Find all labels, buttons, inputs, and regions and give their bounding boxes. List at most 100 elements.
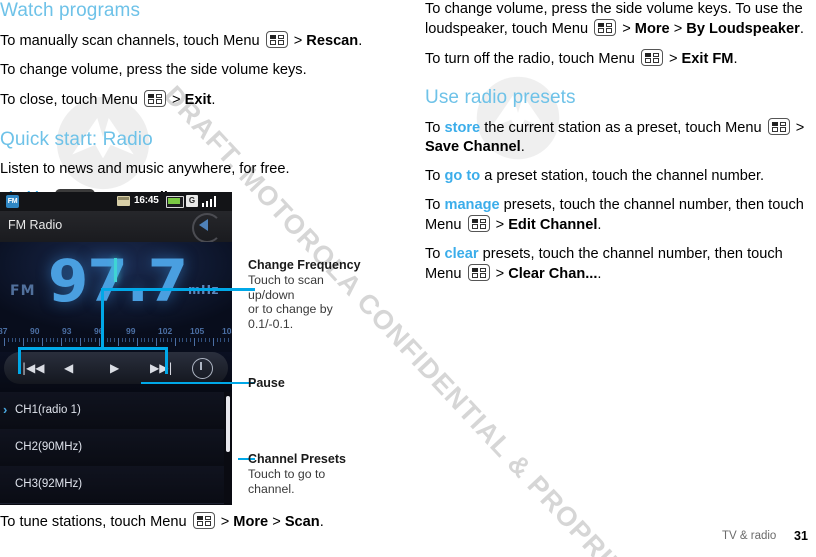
scale-tick	[205, 338, 207, 342]
preset-row[interactable]: CH3(92MHz)	[0, 466, 224, 504]
preset-label: CH2(90MHz)	[15, 441, 83, 453]
menu-item-edit-channel: Edit Channel	[508, 217, 598, 233]
preset-row[interactable]: CH2(90MHz)	[0, 429, 224, 467]
menu-key-icon	[265, 31, 288, 48]
preset-row[interactable]: › CH1(radio 1)	[0, 392, 224, 430]
step-up-button[interactable]: ▶	[110, 361, 119, 375]
scale-tick	[34, 338, 36, 342]
tune-stations-line-wrap: To tune stations, touch Menu > More > Sc…	[0, 512, 402, 532]
callout-title: Change Frequency	[248, 258, 361, 272]
callout-desc-line: or to change by	[248, 302, 333, 316]
scale-tick	[178, 338, 180, 342]
scale-tick	[209, 338, 211, 342]
scale-tick	[155, 338, 157, 346]
next-scan-button[interactable]: ▶▶|	[150, 361, 173, 375]
presets-scrollbar[interactable]	[226, 396, 230, 452]
text-fragment: To close, touch Menu	[0, 92, 142, 108]
scale-tick	[129, 338, 131, 342]
scale-number: 87	[0, 326, 8, 336]
scale-tick	[133, 338, 135, 342]
scale-number: 90	[30, 326, 40, 336]
keyword-manage: manage	[444, 197, 500, 213]
scale-tick	[98, 338, 100, 346]
text-fragment: .	[211, 92, 216, 108]
paragraph-loudspeaker: To change volume, press the side volume …	[425, 0, 816, 39]
fm-notification-icon: FM	[6, 195, 19, 208]
frequency-scale-ticks	[0, 338, 232, 347]
text-fragment: To	[425, 246, 445, 262]
paragraph-manage-presets: To manage presets, touch the channel num…	[425, 196, 816, 235]
network-type-icon: G	[186, 195, 198, 207]
keyword-clear: clear	[444, 246, 479, 262]
scale-tick	[193, 338, 195, 346]
scale-tick	[72, 338, 74, 342]
scale-tick	[83, 338, 85, 342]
app-title: FM Radio	[8, 218, 63, 232]
menu-item-clear-channel: Clear Chan...	[508, 266, 598, 282]
frequency-unit-label: mHz	[188, 283, 220, 297]
scale-tick	[53, 338, 55, 342]
scale-number: 102	[158, 326, 173, 336]
phone-screenshot: FM 16:45 G FM Radio FM 97.7 mHz 87 90 93 96…	[0, 192, 232, 505]
menu-item-exit-fm: Exit FM	[681, 51, 734, 67]
scale-tick	[216, 338, 218, 342]
scale-tick	[152, 338, 154, 342]
menu-item-exit: Exit	[184, 92, 212, 108]
text-fragment: .	[799, 21, 804, 37]
pause-power-icon[interactable]	[192, 358, 213, 379]
status-bar-clock: 16:45	[134, 195, 159, 206]
callout-desc-line: 0.1/-0.1.	[248, 316, 294, 331]
paragraph-store-preset: To store the current station as a preset…	[425, 118, 816, 157]
callout-desc-line: Touch to scan	[248, 273, 324, 287]
scale-number: 99	[126, 326, 136, 336]
text-fragment: >	[669, 21, 687, 37]
preset-label: CH3(92MHz)	[15, 478, 83, 490]
scale-tick	[163, 338, 165, 342]
scale-tick	[60, 338, 62, 346]
scale-tick	[186, 338, 188, 342]
scale-tick	[136, 338, 138, 346]
scale-number: 108	[222, 326, 232, 336]
scale-tick	[117, 338, 119, 346]
text-fragment: .	[733, 51, 738, 67]
scale-tick	[197, 338, 199, 342]
scale-tick	[22, 338, 24, 346]
menu-key-icon	[143, 90, 166, 107]
text-fragment: the current station as a preset, touch M…	[480, 120, 766, 136]
scale-tick	[201, 338, 203, 342]
chevron-right-icon: ›	[3, 402, 8, 417]
step-down-button[interactable]: ◀	[64, 361, 73, 375]
text-fragment: .	[319, 514, 324, 530]
transport-control-bar: |◀◀ ◀ ▶ ▶▶|	[4, 352, 228, 384]
section-heading-quick-start-radio: Quick start: Radio	[0, 129, 153, 150]
scale-tick	[41, 338, 43, 346]
text-fragment: .	[597, 217, 602, 233]
phone-title-bar: FM Radio	[0, 211, 232, 243]
scale-tick	[167, 338, 169, 342]
scale-tick	[38, 338, 40, 342]
menu-key-icon	[467, 264, 490, 281]
scale-tick	[102, 338, 104, 342]
scale-tick	[26, 338, 28, 342]
menu-item-rescan: Rescan	[306, 33, 359, 49]
menu-key-icon	[467, 215, 490, 232]
scale-tick	[110, 338, 112, 342]
prev-scan-button[interactable]: |◀◀	[22, 361, 45, 375]
text-fragment: To	[425, 197, 445, 213]
paragraph-turn-off-radio: To turn off the radio, touch Menu > Exit…	[425, 49, 816, 69]
callout-line-presets	[238, 458, 255, 460]
scale-tick	[190, 338, 192, 342]
left-column: Watch programs To manually scan channels…	[0, 0, 402, 208]
back-refresh-icon[interactable]	[191, 212, 222, 243]
text-fragment: To manually scan channels, touch Menu	[0, 33, 264, 49]
scale-tick	[79, 338, 81, 346]
callout-pause: Pause	[248, 376, 398, 391]
scale-tick	[68, 338, 70, 342]
text-fragment: >	[289, 33, 307, 49]
callout-title: Pause	[248, 376, 285, 390]
paragraph-listen-news: Listen to news and music anywhere, for f…	[0, 161, 290, 177]
menu-item-more: More	[233, 514, 269, 530]
text-fragment: .	[358, 33, 363, 49]
text-fragment: >	[618, 21, 635, 37]
text-fragment: >	[268, 514, 285, 530]
